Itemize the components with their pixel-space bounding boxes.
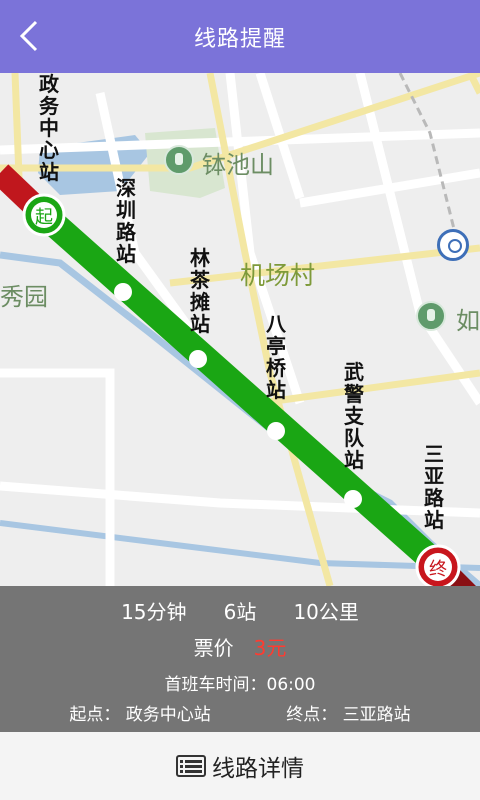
- fare-row: 票价 3元: [0, 632, 480, 661]
- poi-xiuyuan: 秀园: [0, 283, 48, 311]
- end-label: 终点：: [286, 705, 338, 725]
- page-title: 线路提醒: [193, 26, 286, 52]
- station-label-bating-bridge: 八亭桥站: [266, 312, 286, 402]
- route-summary-panel: 15分钟 6站 10公里 票价 3元 首班车时间：06:00 起点： 政务中心站 …: [0, 586, 480, 732]
- route-detail-button[interactable]: 线路详情: [0, 732, 480, 800]
- back-button[interactable]: [12, 18, 48, 54]
- start-label: 起点：: [69, 705, 121, 725]
- stats-row: 15分钟 6站 10公里: [0, 596, 480, 625]
- station-label-lincha-tan: 林茶摊站: [190, 246, 210, 336]
- distance-value: 10公里: [293, 600, 359, 624]
- stop-dot-shenzhen-road[interactable]: [114, 283, 132, 301]
- road-8: [0, 481, 480, 518]
- stop-dot-bating-bridge[interactable]: [267, 422, 285, 440]
- duration-value: 15分钟: [121, 600, 187, 624]
- station-label-wujing-zhidui: 武警支队站: [344, 360, 364, 472]
- main-road-3: [169, 244, 480, 287]
- start-marker-text: 起: [35, 207, 53, 228]
- first-bus-time: 首班车时间：06:00: [164, 675, 316, 695]
- station-label-zhengwu: 政务中心站: [39, 73, 59, 184]
- metro-icon: [437, 229, 469, 261]
- route-detail-label: 线路详情: [212, 756, 304, 782]
- start-name: 政务中心站: [125, 705, 211, 725]
- fare-label: 票价: [193, 636, 234, 660]
- road-2: [0, 368, 115, 586]
- poi-bochishan: 钵池山: [202, 151, 274, 179]
- chevron-left-icon: [19, 20, 38, 52]
- stop-dot-lincha-tan[interactable]: [189, 350, 207, 368]
- station-label-sanya-road: 三亚路站: [424, 442, 444, 532]
- park-icon: [164, 145, 194, 175]
- stop-dot-wujing-zhidui[interactable]: [344, 490, 362, 508]
- fare-value: 3元: [253, 636, 287, 660]
- stops-value: 6站: [223, 600, 257, 624]
- poi-jichangcun: 机场村: [240, 261, 316, 290]
- list-icon: [176, 755, 206, 777]
- park-icon-right: [416, 301, 446, 331]
- endpoints-row: 起点： 政务中心站 终点： 三亚路站: [0, 700, 480, 725]
- railway: [398, 73, 462, 254]
- poi-ru: 如: [456, 307, 480, 335]
- end-name: 三亚路站: [342, 705, 411, 725]
- station-label-shenzhen-road: 深圳路站: [116, 176, 136, 266]
- header-bar: 线路提醒: [0, 0, 480, 73]
- route-map[interactable]: 起 终 钵池山 机场村 秀园 如 政务中心站 深圳路站 林茶摊站 八亭桥站 武警…: [0, 73, 480, 586]
- end-marker-text: 终: [429, 559, 447, 580]
